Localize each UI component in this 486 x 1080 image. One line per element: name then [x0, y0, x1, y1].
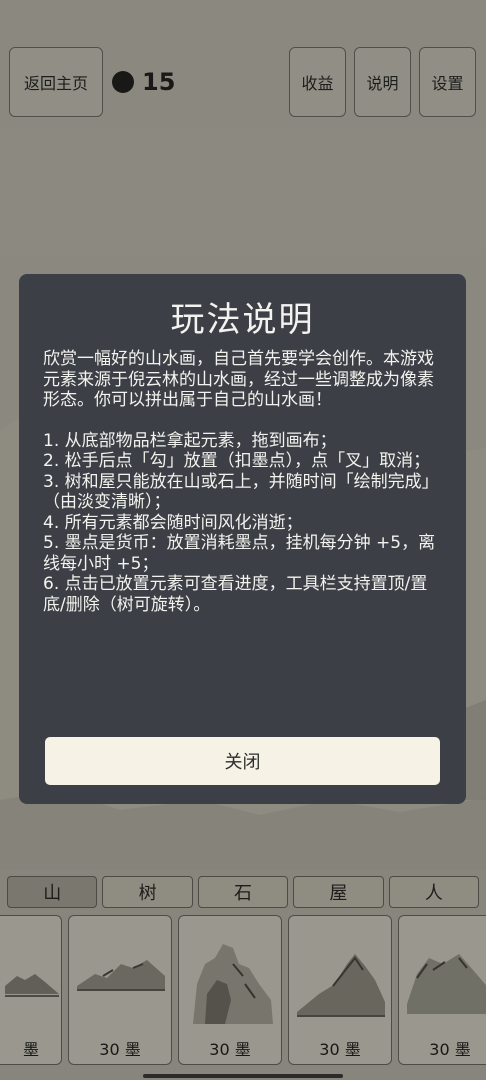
item-card[interactable]: 30 墨	[178, 915, 282, 1065]
tab-tree[interactable]: 树	[102, 876, 193, 908]
mountain-icon	[297, 954, 385, 1017]
item-price: 30 墨	[209, 1040, 251, 1059]
rock-icon	[193, 944, 273, 1024]
ink-count: 15	[142, 68, 176, 96]
tab-label: 人	[424, 883, 443, 904]
rule-item: 2. 松手后点「勾」放置（扣墨点），点「叉」取消；	[43, 451, 431, 471]
item-card[interactable]: 30 墨	[398, 915, 486, 1065]
settings-label: 设置	[431, 74, 464, 93]
rule-item: 4. 所有元素都会随时间风化消逝；	[43, 512, 303, 533]
help-label: 说明	[366, 74, 399, 93]
mountain-icon	[5, 974, 59, 997]
close-label: 关闭	[224, 752, 261, 773]
item-card[interactable]: 30 墨	[68, 915, 172, 1065]
item-price: 30 墨	[319, 1040, 361, 1059]
rule-item: 1. 从底部物品栏拿起元素，拖到画布；	[43, 430, 337, 451]
earnings-label: 收益	[301, 74, 334, 93]
home-indicator[interactable]	[143, 1074, 343, 1078]
earnings-button[interactable]: 收益	[289, 47, 346, 117]
tab-label: 山	[43, 883, 62, 904]
modal-body: 欣赏一幅好的山水画，自己首先要学会创作。本游戏元素来源于倪云林的山水画，经过一些…	[43, 349, 442, 615]
ink-dot-icon	[112, 71, 134, 93]
modal-intro: 欣赏一幅好的山水画，自己首先要学会创作。本游戏元素来源于倪云林的山水画，经过一些…	[43, 349, 434, 410]
tab-house[interactable]: 屋	[293, 876, 384, 908]
tab-person[interactable]: 人	[388, 876, 480, 908]
close-button[interactable]: 关闭	[45, 737, 440, 785]
help-button[interactable]: 说明	[354, 47, 411, 117]
tab-label: 屋	[329, 883, 348, 904]
back-home-button[interactable]: 返回主页	[9, 47, 103, 117]
category-tabs: 山 树 石 屋 人	[7, 876, 480, 910]
mountain-icon	[77, 960, 165, 991]
mountain-icon	[407, 954, 486, 1014]
modal-title: 玩法说明	[170, 300, 315, 340]
item-price: 30 墨	[429, 1040, 471, 1059]
tab-mountain[interactable]: 山	[7, 876, 98, 908]
settings-button[interactable]: 设置	[419, 47, 476, 117]
tab-label: 树	[138, 883, 157, 904]
item-card[interactable]: 30 墨	[288, 915, 392, 1065]
ink-counter: 15	[112, 68, 175, 96]
help-modal: 玩法说明 欣赏一幅好的山水画，自己首先要学会创作。本游戏元素来源于倪云林的山水画…	[19, 274, 466, 804]
item-inventory: 墨 30 墨 30 墨 30 墨 30 墨	[0, 915, 486, 1065]
rule-item: 6. 点击已放置元素可查看进度，工具栏支持置顶/置底/删除（树可旋转）。	[43, 574, 428, 615]
item-card[interactable]: 墨	[0, 915, 62, 1065]
tab-label: 石	[234, 883, 253, 904]
rule-item: 3. 树和屋只能放在山或石上，并随时间「绘制完成」（由淡变清晰）；	[43, 471, 439, 513]
back-home-label: 返回主页	[23, 74, 88, 93]
rule-item: 5. 墨点是货币：放置消耗墨点，挂机每分钟 +5，离线每小时 +5；	[43, 533, 436, 574]
tab-rock[interactable]: 石	[197, 876, 289, 908]
item-price: 30 墨	[99, 1040, 141, 1059]
